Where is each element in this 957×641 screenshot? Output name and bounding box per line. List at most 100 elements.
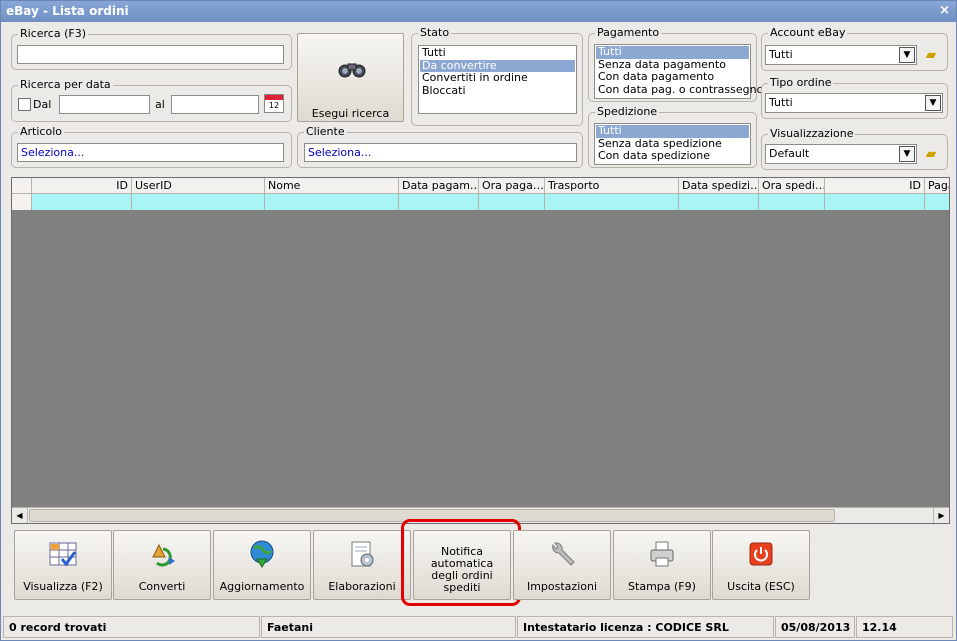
scroll-right-icon[interactable]: ▶ (933, 508, 949, 523)
folder-icon[interactable]: ▰ (921, 144, 941, 164)
col-header-pagato[interactable]: Paga (925, 178, 949, 194)
convert-arrows-icon (114, 539, 210, 571)
chevron-down-icon[interactable]: ▼ (899, 47, 915, 63)
stampa-button[interactable]: Stampa (F9) (613, 530, 711, 600)
table-cell[interactable] (825, 194, 925, 210)
visualizzazione-dropdown[interactable]: Default ▼ (765, 144, 917, 164)
stampa-label: Stampa (F9) (628, 580, 696, 593)
col-header-id[interactable]: ID (32, 178, 132, 194)
aggiornamento-label: Aggiornamento (219, 580, 305, 593)
table-row[interactable] (12, 194, 949, 210)
orders-grid[interactable]: ID UserID Nome Data pagam… Ora paga… Tra… (11, 177, 950, 524)
stato-option[interactable]: Bloccati (420, 84, 575, 98)
highlight-outline (401, 519, 521, 606)
col-header-ora-spedizione[interactable]: Ora spedi… (759, 178, 825, 194)
col-header-id2[interactable]: ID (825, 178, 925, 194)
table-cell[interactable] (679, 194, 759, 210)
chevron-down-icon[interactable]: ▼ (925, 95, 941, 111)
pagamento-option[interactable]: Con data pagamento (596, 70, 749, 84)
ricerca-input[interactable] (17, 45, 284, 64)
binoculars-icon (336, 59, 368, 79)
status-user: Faetani (261, 616, 516, 638)
chevron-down-icon[interactable]: ▼ (899, 146, 915, 162)
table-cell[interactable] (32, 194, 132, 210)
pagamento-listbox[interactable]: Tutti Senza data pagamento Con data paga… (594, 44, 763, 99)
cliente-label: Cliente (304, 125, 347, 138)
stato-listbox[interactable]: Tutti Da convertire Convertiti in ordine… (418, 45, 577, 114)
al-label: al (155, 98, 165, 111)
account-ebay-value: Tutti (769, 48, 793, 61)
elaborazioni-label: Elaborazioni (328, 580, 396, 593)
aggiornamento-button[interactable]: Aggiornamento (213, 530, 311, 600)
grid-row-indicator-header (12, 178, 32, 194)
converti-button[interactable]: Converti (113, 530, 211, 600)
scroll-left-icon[interactable]: ◀ (12, 508, 28, 523)
impostazioni-label: Impostazioni (526, 580, 598, 593)
search-button-label: Esegui ricerca (311, 107, 390, 120)
table-cell[interactable] (132, 194, 265, 210)
table-cell[interactable] (759, 194, 825, 210)
account-ebay-label: Account eBay (768, 26, 848, 39)
status-date: 05/08/2013 (775, 616, 855, 638)
stato-option[interactable]: Tutti (420, 46, 575, 60)
ricerca-group: Ricerca (F3) (11, 27, 292, 70)
col-header-trasporto[interactable]: Trasporto (545, 178, 679, 194)
spedizione-option[interactable]: Con data spedizione (596, 149, 749, 163)
col-header-nome[interactable]: Nome (265, 178, 399, 194)
spedizione-group: Spedizione Tutti Senza data spedizione C… (588, 105, 757, 168)
impostazioni-button[interactable]: Impostazioni (513, 530, 611, 600)
col-header-ora-pagamento[interactable]: Ora paga… (479, 178, 545, 194)
pagamento-option[interactable]: Con data pag. o contrassegno (596, 83, 763, 97)
calendar-icon[interactable]: 12 (264, 94, 284, 113)
elaborazioni-button[interactable]: Elaborazioni (313, 530, 411, 600)
al-date-field[interactable] (171, 95, 259, 114)
col-header-userid[interactable]: UserID (132, 178, 265, 194)
stato-group: Stato Tutti Da convertire Convertiti in … (411, 26, 583, 126)
search-button[interactable]: Esegui ricerca (297, 33, 404, 122)
title-bar: eBay - Lista ordini × (1, 1, 956, 22)
visualizza-button[interactable]: Visualizza (F2) (14, 530, 112, 600)
pagamento-group: Pagamento Tutti Senza data pagamento Con… (588, 26, 763, 102)
stato-option[interactable]: Convertiti in ordine (420, 71, 575, 85)
account-ebay-group: Account eBay Tutti ▼ ▰ (761, 26, 948, 71)
articolo-select[interactable]: Seleziona... (17, 143, 284, 162)
articolo-group: Articolo Seleziona... (11, 125, 292, 168)
tipo-ordine-label: Tipo ordine (768, 76, 834, 89)
close-icon[interactable]: × (939, 3, 950, 18)
pagamento-label: Pagamento (595, 26, 662, 39)
power-icon (713, 539, 809, 571)
status-bar: 0 record trovati Faetani Intestatario li… (3, 616, 954, 638)
cliente-select[interactable]: Seleziona... (304, 143, 577, 162)
window-title: eBay - Lista ordini (6, 4, 129, 18)
wrench-icon (514, 539, 610, 571)
table-cell[interactable] (545, 194, 679, 210)
visualizzazione-group: Visualizzazione Default ▼ ▰ (761, 127, 948, 170)
dal-date-field[interactable] (59, 95, 150, 114)
table-cell[interactable] (479, 194, 545, 210)
dal-checkbox[interactable] (18, 98, 31, 111)
table-cell[interactable] (399, 194, 479, 210)
ricerca-data-label: Ricerca per data (18, 78, 113, 91)
table-cell[interactable] (265, 194, 399, 210)
row-indicator[interactable] (12, 194, 32, 210)
spedizione-option-selected[interactable]: Tutti (596, 124, 749, 138)
spedizione-listbox[interactable]: Tutti Senza data spedizione Con data spe… (594, 123, 751, 165)
col-header-data-pagamento[interactable]: Data pagam… (399, 178, 479, 194)
uscita-button[interactable]: Uscita (ESC) (712, 530, 810, 600)
account-ebay-dropdown[interactable]: Tutti ▼ (765, 45, 917, 65)
calendar-day: 12 (268, 101, 280, 110)
visualizzazione-value: Default (769, 147, 810, 160)
pagamento-option-selected[interactable]: Tutti (596, 45, 749, 59)
uscita-label: Uscita (ESC) (727, 580, 795, 593)
status-records: 0 record trovati (3, 616, 260, 638)
folder-icon[interactable]: ▰ (921, 45, 941, 65)
tipo-ordine-value: Tutti (769, 96, 793, 109)
converti-label: Converti (138, 580, 186, 593)
cliente-group: Cliente Seleziona... (297, 125, 583, 168)
col-header-data-spedizione[interactable]: Data spedizi… (679, 178, 759, 194)
ricerca-label: Ricerca (F3) (18, 27, 88, 40)
visualizzazione-label: Visualizzazione (768, 127, 856, 140)
articolo-label: Articolo (18, 125, 64, 138)
status-time: 12.14 (856, 616, 953, 638)
tipo-ordine-dropdown[interactable]: Tutti ▼ (765, 93, 943, 113)
